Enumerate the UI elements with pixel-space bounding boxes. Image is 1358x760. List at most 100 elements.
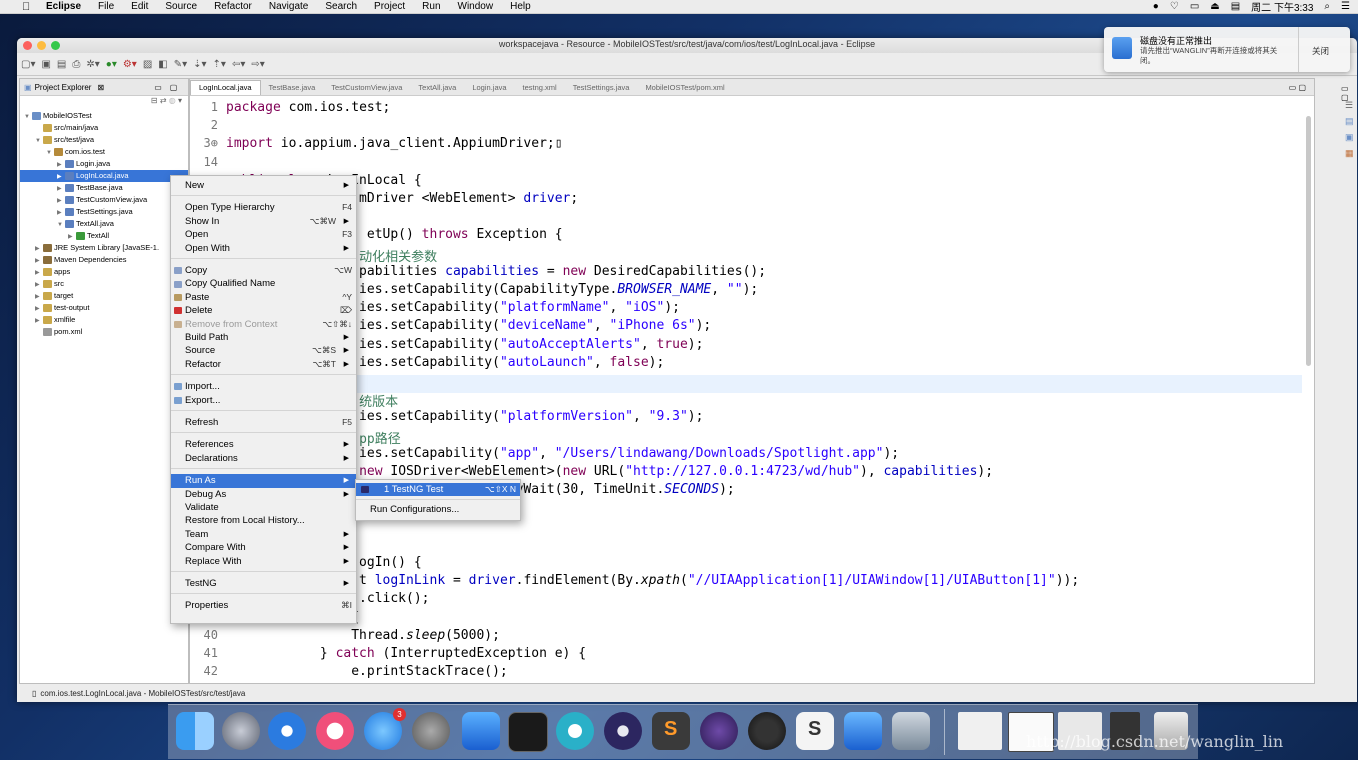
menu-help[interactable]: Help: [510, 1, 531, 12]
menu-item-paste[interactable]: Paste ^Y: [171, 291, 356, 304]
outline-icon[interactable]: ▤: [1345, 116, 1354, 127]
editor-tab[interactable]: TextAll.java: [410, 83, 464, 95]
tree-item[interactable]: ▶ apps: [20, 266, 188, 278]
menu-item-copy-qualified-name[interactable]: Copy Qualified Name: [171, 277, 356, 290]
tree-item[interactable]: ▶ TestCustomView.java: [20, 194, 188, 206]
open-task-icon[interactable]: ◧: [158, 59, 167, 70]
menu-item-restore-from-local-history[interactable]: Restore from Local History...: [171, 514, 356, 527]
qq-icon[interactable]: [748, 712, 786, 750]
xcode-icon[interactable]: [844, 712, 882, 750]
tree-item[interactable]: ▶ JRE System Library [JavaSE-1.: [20, 242, 188, 254]
next-annotation-icon[interactable]: ⇣▾: [193, 59, 206, 70]
code-line[interactable]: package com.ios.test;: [226, 100, 390, 115]
menu-item-testng[interactable]: TestNG ▶: [171, 577, 356, 590]
project-explorer-tab[interactable]: ▣ Project Explorer ⊠ ▭ ▢: [20, 79, 188, 96]
save-icon[interactable]: ▣: [41, 59, 50, 70]
open-type-icon[interactable]: ▨: [143, 59, 152, 70]
app-store-icon[interactable]: 3: [364, 708, 406, 750]
menu-item-properties[interactable]: Properties ⌘I: [171, 599, 356, 612]
github-icon[interactable]: [700, 712, 738, 750]
tree-item[interactable]: src/main/java: [20, 122, 188, 134]
tree-item[interactable]: ▼ com.ios.test: [20, 146, 188, 158]
itunes-icon[interactable]: [316, 712, 354, 750]
code-line[interactable]: import io.appium.java_client.AppiumDrive…: [226, 136, 563, 151]
menu-item-run-as[interactable]: Run As ▶: [171, 474, 356, 488]
prev-annotation-icon[interactable]: ⇡▾: [213, 59, 226, 70]
menu-search[interactable]: Search: [325, 1, 357, 12]
menu-item-refresh[interactable]: Refresh F5: [171, 416, 356, 429]
maximize-icon[interactable]: ▢: [170, 83, 178, 92]
apple-icon[interactable]: : [22, 1, 36, 13]
close-icon[interactable]: ⊠: [97, 83, 104, 92]
status-app-icon[interactable]: ●: [1153, 1, 1159, 12]
preview-icon[interactable]: [892, 712, 930, 750]
tree-item[interactable]: ▶ xmlfile: [20, 314, 188, 326]
menu-item-team[interactable]: Team ▶: [171, 528, 356, 541]
menu-refactor[interactable]: Refactor: [214, 1, 252, 12]
eject-icon[interactable]: ⏏: [1210, 1, 1219, 12]
spotlight-icon[interactable]: ⌕: [1324, 1, 1330, 12]
tree-item[interactable]: ▼ MobileIOSTest: [20, 110, 188, 122]
menu-source[interactable]: Source: [165, 1, 197, 12]
editor-tab[interactable]: LogInLocal.java: [190, 80, 261, 95]
menu-item-source[interactable]: Source ⌥⌘S ▶: [171, 344, 356, 357]
view-menu-icon[interactable]: ▾: [178, 96, 182, 105]
menu-file[interactable]: File: [98, 1, 114, 12]
tree-item[interactable]: ▶ TextAll: [20, 230, 188, 242]
terminal-icon[interactable]: [508, 712, 548, 752]
slack-icon[interactable]: S: [796, 712, 834, 750]
menu-item-declarations[interactable]: Declarations ▶: [171, 452, 356, 465]
debug-icon[interactable]: ✲▾: [86, 59, 99, 70]
menu-item-open-with[interactable]: Open With ▶: [171, 242, 356, 255]
menu-item-compare-with[interactable]: Compare With ▶: [171, 541, 356, 554]
menu-navigate[interactable]: Navigate: [269, 1, 308, 12]
menu-item-open-type-hierarchy[interactable]: Open Type Hierarchy F4: [171, 201, 356, 214]
code-area[interactable]: 1 package com.ios.test; 2 3⊕ import io.appiu…: [190, 96, 1314, 683]
editor-tab[interactable]: testng.xml: [515, 83, 565, 95]
external-tools-icon[interactable]: ⚙▾: [123, 59, 137, 70]
tree-item[interactable]: ▶ Maven Dependencies: [20, 254, 188, 266]
menu-project[interactable]: Project: [374, 1, 405, 12]
editor-tab[interactable]: TestCustomView.java: [323, 83, 410, 95]
menu-item-refactor[interactable]: Refactor ⌥⌘T ▶: [171, 358, 356, 371]
menu-item-delete[interactable]: Delete ⌦: [171, 304, 356, 317]
editor-tab[interactable]: TestBase.java: [261, 83, 324, 95]
menu-item-replace-with[interactable]: Replace With ▶: [171, 555, 356, 568]
menu-item-show-in[interactable]: Show In ⌥⌘W ▶: [171, 215, 356, 228]
editor-min-max-icon[interactable]: ▭ ▢: [1289, 83, 1306, 95]
wifi-icon[interactable]: ♡: [1170, 1, 1179, 12]
notification-close-button[interactable]: 关闭: [1312, 45, 1329, 57]
menu-app-name[interactable]: Eclipse: [46, 1, 81, 12]
menu-item-open[interactable]: Open F3: [171, 228, 356, 241]
menu-edit[interactable]: Edit: [131, 1, 148, 12]
search-icon[interactable]: ✎▾: [174, 59, 187, 70]
tree-item[interactable]: ▶ src: [20, 278, 188, 290]
menu-item-copy[interactable]: Copy ⌥W: [171, 264, 356, 277]
menu-item-validate[interactable]: Validate: [171, 501, 356, 514]
menu-window[interactable]: Window: [458, 1, 494, 12]
tree-item[interactable]: ▶ test-output: [20, 302, 188, 314]
back-icon[interactable]: ⇦▾: [232, 59, 245, 70]
editor-scrollbar[interactable]: [1306, 116, 1311, 366]
launchpad-icon[interactable]: [222, 712, 260, 750]
tree-item[interactable]: ▶ TestSettings.java: [20, 206, 188, 218]
collapse-all-icon[interactable]: ⊟: [151, 96, 158, 105]
menu-run[interactable]: Run: [422, 1, 440, 12]
system-preferences-icon[interactable]: [412, 712, 450, 750]
editor-tab[interactable]: TestSettings.java: [565, 83, 638, 95]
xcode-docs-icon[interactable]: [462, 712, 500, 750]
menu-item-1-testng-test[interactable]: 1 TestNG Test ⌥⇧X N: [356, 483, 520, 496]
console-icon[interactable]: ▣: [1345, 132, 1354, 143]
tree-item[interactable]: ▼ src/test/java: [20, 134, 188, 146]
eclipse-dock-icon[interactable]: [604, 712, 642, 750]
tree-item[interactable]: ▶ Login.java: [20, 158, 188, 170]
menu-item-new[interactable]: New ▶: [171, 179, 356, 192]
sublime-text-icon[interactable]: S: [652, 712, 690, 750]
print-icon[interactable]: ⎙: [72, 59, 80, 70]
tree-item[interactable]: ▶ target: [20, 290, 188, 302]
code-line[interactable]: Thread.sleep(5000);: [226, 628, 500, 643]
forward-icon[interactable]: ⇨▾: [251, 59, 264, 70]
tree-item[interactable]: ▶ TestBase.java: [20, 182, 188, 194]
problems-icon[interactable]: ▦: [1345, 148, 1354, 159]
save-all-icon[interactable]: ▤: [57, 59, 66, 70]
